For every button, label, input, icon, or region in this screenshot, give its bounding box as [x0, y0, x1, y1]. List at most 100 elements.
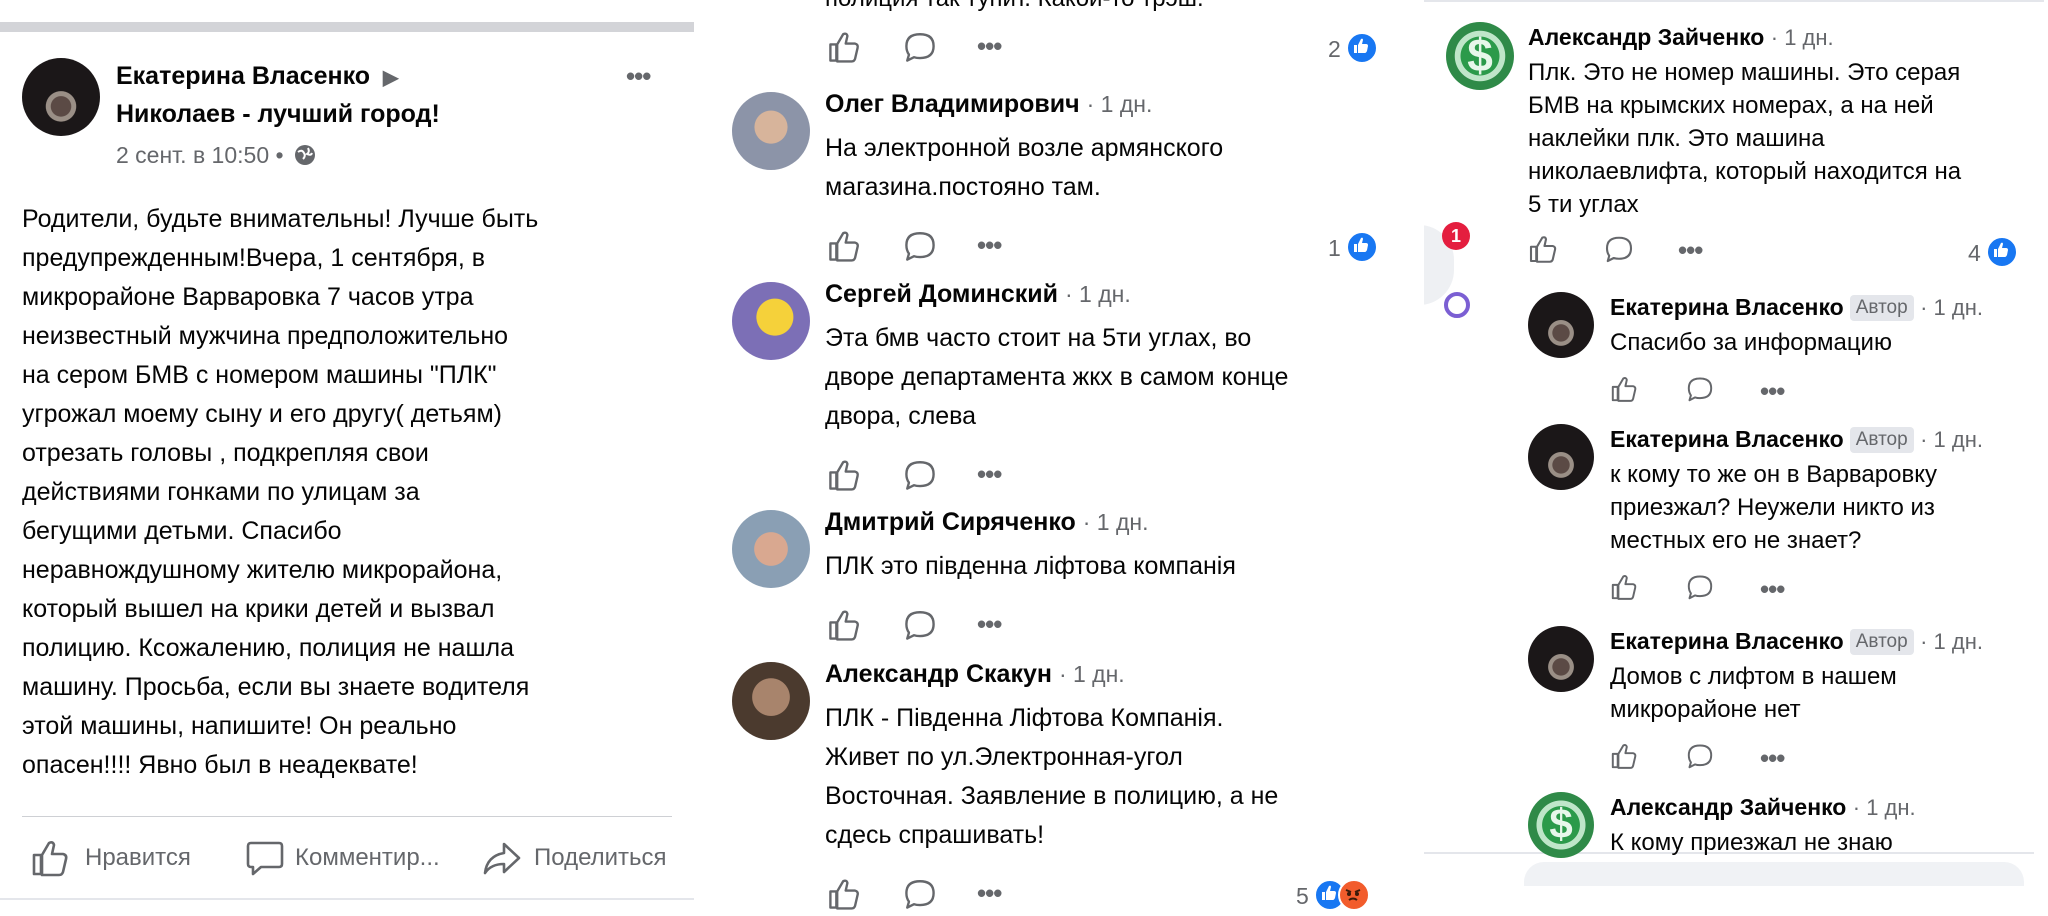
comment-icon: [905, 232, 935, 261]
reply-text-line: микрорайоне нет: [1610, 696, 1801, 723]
comment-like-button[interactable]: [1610, 742, 1638, 775]
reply-avatar[interactable]: $: [1528, 792, 1594, 858]
status-ring-icon: [1444, 292, 1470, 318]
commenter-avatar[interactable]: [732, 662, 810, 740]
more-icon[interactable]: •••: [1760, 378, 1785, 404]
post-more-icon[interactable]: •••: [626, 63, 651, 89]
commenter-name[interactable]: Александр Скакун: [825, 660, 1052, 688]
more-icon[interactable]: •••: [977, 611, 1002, 637]
comment-reply-button[interactable]: [903, 608, 937, 647]
reaction-count[interactable]: 4: [1968, 240, 1981, 267]
comment-reply-button[interactable]: [903, 877, 937, 916]
commenter-name-row: Александр Зайченко · 1 дн.: [1528, 24, 1834, 51]
commenter-name[interactable]: Александр Зайченко: [1528, 24, 1764, 50]
more-icon[interactable]: •••: [977, 232, 1002, 258]
commenter-avatar[interactable]: $: [1446, 22, 1514, 90]
commenter-avatar[interactable]: [732, 282, 810, 360]
commenter-avatar[interactable]: [732, 92, 810, 170]
comment-reply-button[interactable]: [1686, 742, 1714, 775]
reaction-count[interactable]: 1: [1328, 235, 1341, 262]
reply-avatar[interactable]: [1528, 424, 1594, 490]
comment-icon: [1687, 377, 1713, 402]
post-author-name[interactable]: Екатерина Власенко: [116, 62, 370, 90]
reply-text: Спасибо за информацию: [1610, 326, 1892, 359]
comment-text: Эта бмв часто стоит на 5ти углах, во двор…: [825, 319, 1288, 436]
post-author[interactable]: Екатерина Власенко ▶: [116, 62, 398, 91]
more-icon[interactable]: •••: [1678, 237, 1703, 263]
comment-like-button[interactable]: [827, 30, 861, 69]
more-icon[interactable]: •••: [977, 461, 1002, 487]
reply-avatar[interactable]: [1528, 626, 1594, 692]
comment-reply-button[interactable]: [1604, 234, 1634, 269]
reply-author-name[interactable]: Александр Зайченко: [1610, 794, 1846, 820]
commenter-name[interactable]: Сергей Доминский: [825, 280, 1058, 308]
reply-text-line: приезжал? Неужели никто из: [1610, 494, 1935, 521]
post-meta: 2 сент. в 10:50 •: [116, 142, 316, 169]
comment-like-button[interactable]: [827, 877, 861, 916]
notification-badge[interactable]: 1: [1442, 222, 1470, 250]
comment-reply-button[interactable]: [1686, 375, 1714, 408]
comment-text-line: На электронной возле армянского: [825, 134, 1224, 162]
reply-author-name[interactable]: Екатерина Власенко: [1610, 426, 1844, 452]
comment-reply-button[interactable]: [903, 229, 937, 268]
reply-input[interactable]: [1524, 862, 2024, 886]
post-text-line: угрожал моему сыну и его другу( детьям): [22, 400, 502, 428]
comment-like-button[interactable]: [1610, 573, 1638, 606]
reply-name-row: Екатерина Власенко Автор · 1 дн.: [1610, 426, 1983, 453]
comment-reply-button[interactable]: [903, 30, 937, 69]
reply-time[interactable]: · 1 дн.: [1920, 629, 1983, 654]
like-button[interactable]: Нравится: [30, 838, 230, 880]
comment-text-line: магазина.постояно там.: [825, 173, 1101, 201]
comment-actions: [710, 30, 1404, 66]
comment-icon: [905, 880, 935, 909]
share-button[interactable]: Поделиться: [482, 838, 682, 880]
post-timestamp[interactable]: 2 сент. в 10:50 •: [116, 142, 284, 168]
comment-like-button[interactable]: [827, 229, 861, 268]
dollar-logo-icon: $: [1467, 28, 1493, 81]
like-badge-icon: [1346, 231, 1378, 263]
more-icon[interactable]: •••: [1760, 576, 1785, 602]
commenter-name-row: Александр Скакун · 1 дн.: [825, 660, 1125, 689]
comment-text-line: ПЛК - Південна Ліфтова Компанія.: [825, 704, 1224, 732]
comment-icon: [905, 461, 935, 490]
comment-time[interactable]: · 1 дн.: [1087, 91, 1153, 117]
comment-like-button[interactable]: [827, 458, 861, 497]
comment-text: ПЛК - Південна Ліфтова Компанія. Живет по…: [825, 699, 1278, 855]
comment-icon: [905, 33, 935, 62]
comment-reply-button[interactable]: [903, 458, 937, 497]
like-icon: [829, 231, 859, 262]
reply-text-line: к кому то же он в Варваровку: [1610, 461, 1937, 488]
comment-like-button[interactable]: [1610, 375, 1638, 408]
comment-text: ПЛК это південна ліфтова компанія: [825, 547, 1236, 586]
author-avatar[interactable]: [22, 58, 100, 136]
reply-avatar[interactable]: [1528, 292, 1594, 358]
more-icon[interactable]: •••: [1760, 745, 1785, 771]
comment-text-line: БМВ на крымских номерах, а на ней: [1528, 92, 1934, 119]
comment-button[interactable]: Комментир...: [245, 838, 455, 880]
commenter-name[interactable]: Олег Владимирович: [825, 90, 1080, 118]
comment-reply-button[interactable]: [1686, 573, 1714, 606]
post-text-line: неизвестный мужчина предположительно: [22, 322, 509, 350]
comment-time[interactable]: · 1 дн.: [1059, 661, 1125, 687]
comment-like-button[interactable]: [827, 608, 861, 647]
reaction-count[interactable]: 2: [1328, 36, 1341, 63]
commenter-avatar[interactable]: [732, 510, 810, 588]
reply-author-name[interactable]: Екатерина Власенко: [1610, 294, 1844, 320]
commenter-name-row: Сергей Доминский · 1 дн.: [825, 280, 1131, 309]
reply-time[interactable]: · 1 дн.: [1920, 295, 1983, 320]
comment-like-button[interactable]: [1528, 234, 1558, 269]
reply-author-name[interactable]: Екатерина Власенко: [1610, 628, 1844, 654]
comment-time[interactable]: · 1 дн.: [1065, 281, 1131, 307]
reaction-count[interactable]: 5: [1296, 883, 1309, 910]
reply-text: Домов с лифтом в нашем микрорайоне нет: [1610, 660, 1897, 726]
post-group-name[interactable]: Николаев - лучший город!: [116, 100, 440, 129]
comment-time[interactable]: · 1 дн.: [1771, 25, 1834, 50]
like-icon: [829, 460, 859, 491]
reply-time[interactable]: · 1 дн.: [1853, 795, 1916, 820]
post-text-line: этой машины, напишите! Он реально: [22, 712, 457, 740]
comment-time[interactable]: · 1 дн.: [1083, 509, 1149, 535]
more-icon[interactable]: •••: [977, 880, 1002, 906]
more-icon[interactable]: •••: [977, 33, 1002, 59]
reply-time[interactable]: · 1 дн.: [1920, 427, 1983, 452]
commenter-name[interactable]: Дмитрий Сиряченко: [825, 508, 1076, 536]
